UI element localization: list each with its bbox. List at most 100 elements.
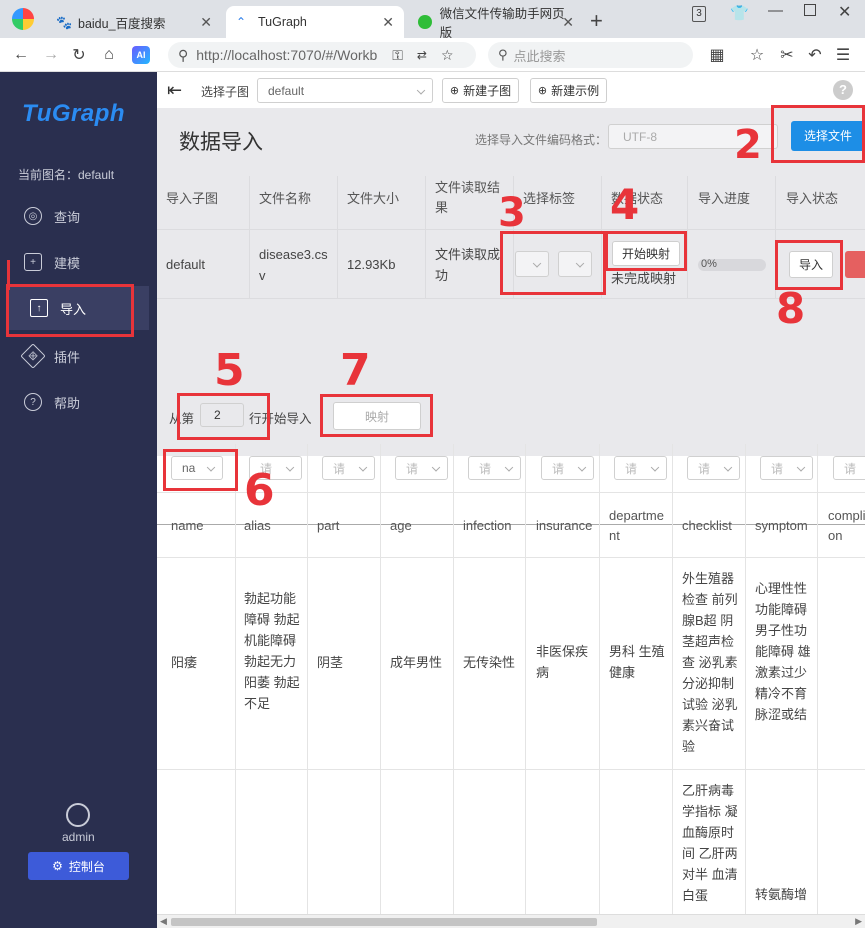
tab-tugraph[interactable]: ⌃ TuGraph ✕ [226,6,404,38]
column-select-placeholder: 请 [698,461,711,476]
col-divider [453,444,454,914]
subgraph-select[interactable]: default [257,78,433,103]
sidebar-item-query[interactable]: ◎ 查询 [0,194,157,238]
browser-logo-icon[interactable] [12,8,34,30]
chevron-down-icon [416,85,426,95]
undo-icon[interactable]: ↶ [804,44,826,66]
sidebar-item-plugin[interactable]: ⊠ 插件 [0,334,157,378]
plus-square-icon: + [24,253,42,271]
collapse-menu-icon[interactable]: ⇤ [167,80,182,101]
choose-file-button[interactable]: 选择文件 [791,121,865,151]
chevron-down-icon [532,259,542,268]
chevron-down-icon [504,463,514,472]
import-button[interactable]: 导入 [789,251,833,278]
apps-icon[interactable]: ▦ [706,44,728,66]
close-icon[interactable]: ✕ [382,14,394,31]
column-select-department[interactable]: 请 [614,456,667,480]
start-row-input[interactable]: 2 [200,403,244,427]
maximize-icon[interactable] [804,4,816,16]
tab-label: baidu_百度搜索 [78,16,166,31]
avatar[interactable] [66,803,90,827]
sidebar-item-label: 插件 [54,349,81,365]
start-mapping-button[interactable]: 开始映射 [612,241,680,266]
row-read-result: 文件读取成功 [435,247,501,283]
console-button[interactable]: ⚙ 控制台 [28,852,129,880]
key-icon[interactable]: ⚿ [392,47,403,64]
home-icon[interactable]: ⌂ [98,44,120,66]
column-select-name[interactable]: na [171,456,223,480]
encoding-label: 选择导入文件编码格式： [475,133,608,147]
sidebar-item-model[interactable]: + 建模 [0,240,157,284]
column-header-checklist: checklist [682,518,732,533]
column-header-infection: infection [463,518,512,533]
start-row-suffix: 行开始导入 [249,412,312,426]
top-bar: ⇤ 选择子图 default ⊕ 新建子图 ⊕ 新建示例 ? [157,72,865,108]
chevron-down-icon [575,259,585,268]
row-filesize: 12.93Kb [347,257,396,272]
column-select-age[interactable]: 请 [395,456,448,480]
map-button[interactable]: 映射 [333,402,421,430]
column-select-infection[interactable]: 请 [468,456,521,480]
chevron-down-icon [285,463,295,472]
close-icon[interactable]: ✕ [562,14,574,31]
row2-checklist: 乙肝病毒学指标 凝血酶原时间 乙肝两对半 血清白蛋 [682,783,738,903]
column-select-complication[interactable]: 请 [833,456,865,480]
reload-icon[interactable]: ↻ [68,44,90,66]
col-divider [599,444,600,914]
row-divider [157,557,865,558]
encoding-select[interactable]: UTF-8 [608,124,778,149]
subgraph-value: default [268,83,305,98]
browser-toolbar: ← → ↻ ⌂ AI ⚲ http://localhost:7070/#/Wor… [0,38,865,72]
column-select-insurance[interactable]: 请 [541,456,594,480]
col-divider [235,444,236,914]
back-icon[interactable]: ← [10,44,32,66]
scissors-icon[interactable]: ✂ [776,44,798,66]
sidebar-item-help[interactable]: ? 帮助 [0,380,157,424]
horizontal-scrollbar[interactable]: ◀ ▶ [157,914,865,928]
edge-label-select[interactable] [558,251,592,277]
column-select-part[interactable]: 请 [322,456,375,480]
tab-baidu[interactable]: 🐾 baidu_百度搜索 ✕ [46,6,222,38]
tab-wechat[interactable]: 微信文件传输助手网页版 ✕ [408,6,584,40]
shirt-icon[interactable]: 👕 [730,4,749,22]
tab-label: TuGraph [258,15,307,29]
delete-button[interactable] [845,251,865,278]
compass-icon: ◎ [24,207,42,225]
new-tab-button[interactable]: + [590,8,603,34]
window-close-icon[interactable]: ✕ [838,2,851,22]
sidebar-item-import[interactable]: ↑ 导入 [6,286,149,330]
minimize-icon[interactable]: — [768,2,783,19]
menu-icon[interactable]: ☰ [832,44,854,66]
header-data-status: 数据状态 [611,191,664,206]
help-circle-icon[interactable]: ? [833,80,853,100]
column-select-checklist[interactable]: 请 [687,456,740,480]
close-icon[interactable]: ✕ [200,14,212,31]
column-select-alias[interactable]: 请 [249,456,302,480]
table-divider [157,298,865,299]
row-cell-alias: 勃起功能障碍 勃起机能障碍 勃起无力 阳萎 勃起不足 [244,591,300,711]
forward-icon[interactable]: → [40,44,62,66]
scroll-right-icon[interactable]: ▶ [855,916,862,927]
star-icon[interactable]: ☆ [441,47,454,64]
bookmarks-icon[interactable]: ☆ [746,44,768,66]
row-cell-infection: 无传染性 [463,655,516,670]
vertex-label-select[interactable] [515,251,549,277]
translate-icon[interactable]: ⇄ [417,48,427,62]
address-bar[interactable]: ⚲ http://localhost:7070/#/Workb ⚿ ⇄ ☆ [168,42,476,68]
scrollbar-thumb[interactable] [171,918,597,926]
tab-label: 微信文件传输助手网页版 [439,7,565,40]
chevron-down-icon [206,463,216,472]
col-divider [775,176,776,298]
row-cell-part: 阴茎 [317,655,344,670]
row-filename: disease3.csv [259,247,328,283]
column-select-placeholder: 请 [333,461,346,476]
col-divider [249,176,250,298]
new-example-button[interactable]: ⊕ 新建示例 [530,78,607,103]
tab-count-badge[interactable]: 3 [692,6,706,22]
ai-icon[interactable]: AI [130,44,152,66]
column-select-symptom[interactable]: 请 [760,456,813,480]
search-box[interactable]: ⚲ 点此搜索 [488,42,693,68]
sidebar-item-label: 帮助 [54,395,81,411]
new-subgraph-button[interactable]: ⊕ 新建子图 [442,78,519,103]
scroll-left-icon[interactable]: ◀ [160,916,167,927]
